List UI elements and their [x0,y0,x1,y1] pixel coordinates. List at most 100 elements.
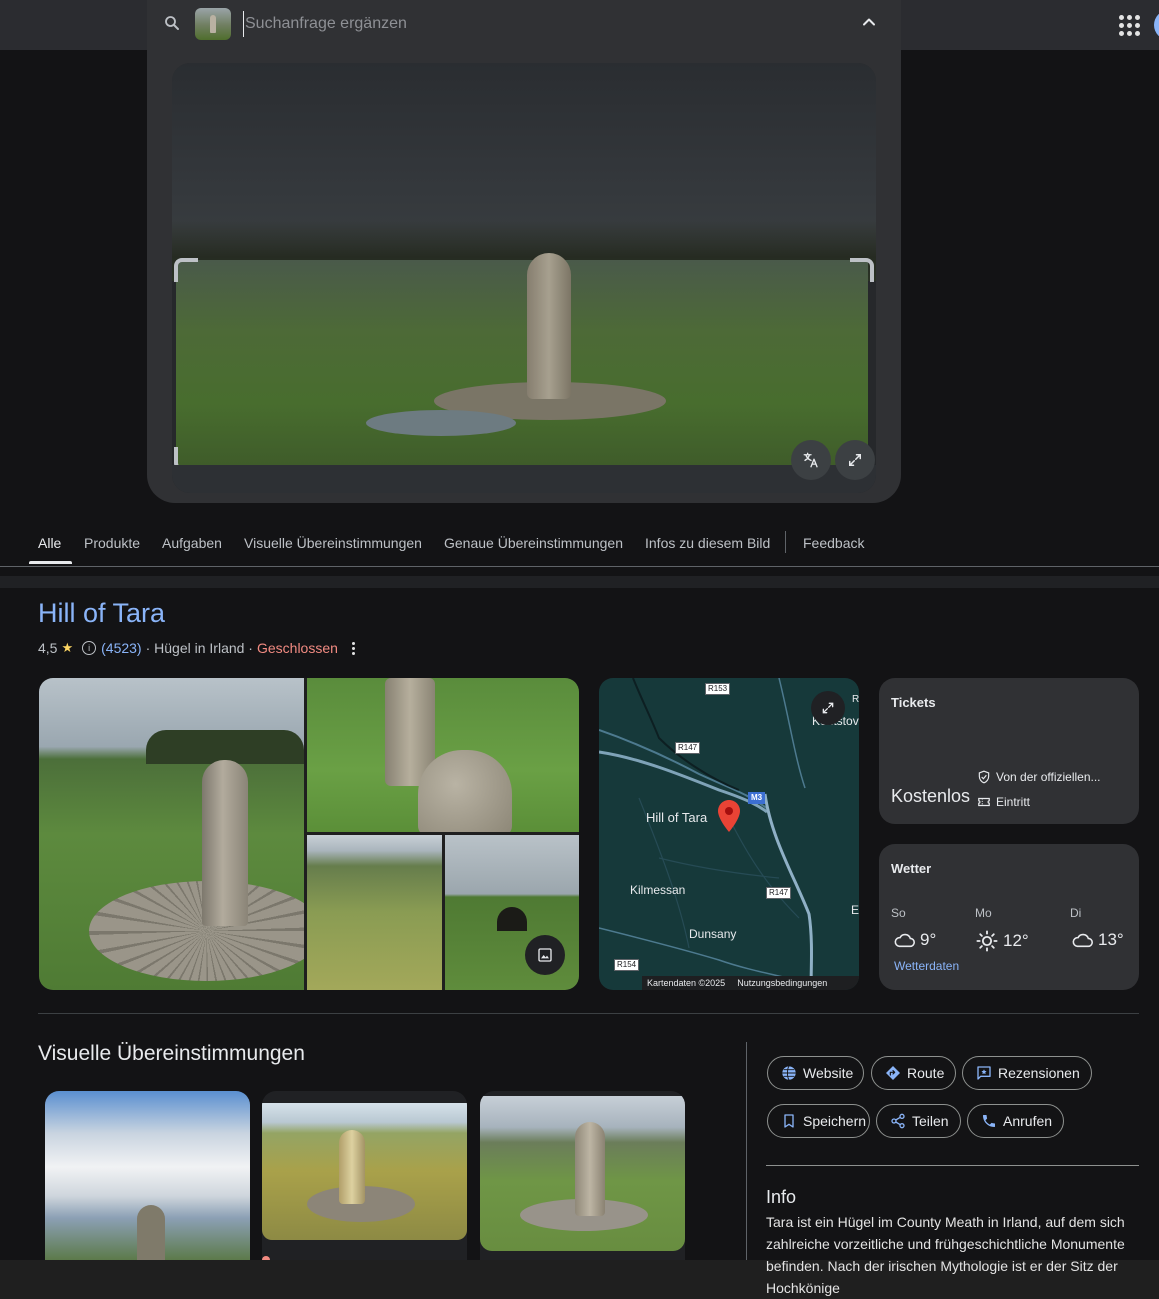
standing-stone [527,253,571,399]
puddle [366,410,516,436]
ticket-price: Kostenlos [891,786,971,806]
cloud-icon [894,933,915,948]
translate-button[interactable] [791,440,831,480]
photo-main[interactable] [39,678,304,990]
view-photos-button[interactable] [525,935,565,975]
globe-icon [782,1066,796,1080]
map-label-edge-r: R [852,694,859,705]
route-button[interactable]: Route [871,1056,956,1090]
weather-data-link[interactable]: Wetterdaten [894,959,959,973]
tab-homework[interactable]: Aufgaben [162,535,222,551]
crop-handle-top-right[interactable] [850,258,874,282]
place-title[interactable]: Hill of Tara [38,598,165,629]
temp-monday: 12° [1003,931,1029,950]
road-r147-north: R147 [675,742,701,754]
visual-match-2[interactable] [262,1091,467,1260]
visual-match-image [262,1103,467,1240]
official-source-label: Von der offiziellen... [996,770,1101,784]
search-icon[interactable] [163,14,181,32]
fullscreen-button[interactable] [835,440,875,480]
sun-icon [976,930,998,952]
reviews-button[interactable]: Rezensionen [962,1056,1092,1090]
active-tab-indicator [29,561,72,564]
map-terms-link[interactable]: Nutzungsbedingungen [737,978,827,988]
entry-type-label: Eintritt [996,795,1031,809]
official-source-link[interactable]: Von der offiziellen... [977,770,1101,784]
star-icon: ★ [61,640,74,655]
section-divider [38,1013,1139,1014]
visual-match-1[interactable] [45,1091,250,1260]
map-attribution: Kartendaten ©2025 Nutzungsbedingungen [642,976,859,990]
expand-icon [849,454,861,466]
photo-trees [146,730,304,764]
place-type: · Hügel in Irland · [145,640,253,656]
map-label-edge-e: E [851,903,859,917]
share-label: Teilen [912,1113,949,1129]
more-options-icon[interactable] [348,640,360,656]
bookmark-icon [784,1114,794,1128]
ticket-icon [978,797,990,807]
image-icon [538,948,552,962]
phone-icon [983,1115,995,1127]
road-r147-south: R147 [766,887,792,899]
weather-day-tuesday: Di [1070,906,1082,920]
review-icon [977,1066,991,1080]
reviews-label: Rezensionen [998,1065,1080,1081]
map-data-credit: Kartendaten ©2025 [647,978,726,988]
weather-day-sunday: So [891,906,906,920]
info-title: Info [766,1187,797,1207]
website-label: Website [803,1065,854,1081]
search-input[interactable] [243,11,827,37]
query-image-thumbnail[interactable] [195,8,231,40]
visual-match-image [480,1096,685,1251]
visual-match-stone [575,1122,605,1216]
photo-stones-closeup[interactable] [307,678,579,832]
weather-sunday: 9° [893,930,936,950]
google-apps-icon[interactable] [1117,13,1141,37]
tickets-card[interactable]: Tickets Kostenlos Von der offiziellen...… [879,678,1139,824]
photo-aerial[interactable] [307,835,442,990]
directions-icon [886,1066,900,1080]
share-button[interactable]: Teilen [876,1104,961,1138]
visual-match-3[interactable] [480,1091,685,1260]
road-r154: R154 [614,959,640,971]
chevron-up-icon[interactable] [859,12,879,32]
road-r153: R153 [705,683,731,695]
column-divider [746,1042,747,1260]
verified-shield-icon [978,770,990,784]
weather-card[interactable]: Wetter So Mo Di 9° 12° 13° Wetterdaten [879,844,1139,990]
tab-all[interactable]: Alle [38,535,61,551]
tab-products[interactable]: Produkte [84,535,140,551]
map[interactable]: R153 R147 M3 R147 R154 Kentstov R Hill o… [599,678,859,990]
image-bottom-shade [172,465,876,493]
expand-map-button[interactable] [811,691,845,725]
source-favicon [262,1256,270,1260]
route-label: Route [907,1065,945,1081]
review-count[interactable]: (4523) [101,640,141,656]
translate-icon [803,452,818,468]
call-button[interactable]: Anrufen [967,1104,1064,1138]
photo-stone-round [418,750,512,832]
crop-handle-top-left[interactable] [174,258,198,282]
query-image [172,63,876,493]
visual-matches-title: Visuelle Übereinstimmungen [38,1042,305,1065]
website-button[interactable]: Website [767,1056,864,1090]
section-band [0,576,1159,588]
info-divider [766,1165,1139,1166]
tab-visual-matches[interactable]: Visuelle Übereinstimmungen [244,535,422,551]
photo-stone [202,760,248,926]
tab-exact-matches[interactable]: Genaue Übereinstimmungen [444,535,623,551]
save-button[interactable]: Speichern [767,1104,870,1138]
info-icon[interactable]: i [82,641,97,655]
photo-gallery[interactable] [39,678,579,990]
tab-about-this-image[interactable]: Infos zu diesem Bild [645,535,770,551]
lens-search-panel [147,0,901,503]
cloud-icon [1072,933,1093,948]
location-pin-icon[interactable] [717,799,741,833]
weather-title: Wetter [891,861,932,876]
weather-day-monday: Mo [975,906,992,920]
crop-selection[interactable] [176,253,868,465]
feedback-link[interactable]: Feedback [803,535,864,551]
road-m3: M3 [748,792,766,804]
photo-mound-entrance [497,907,527,931]
